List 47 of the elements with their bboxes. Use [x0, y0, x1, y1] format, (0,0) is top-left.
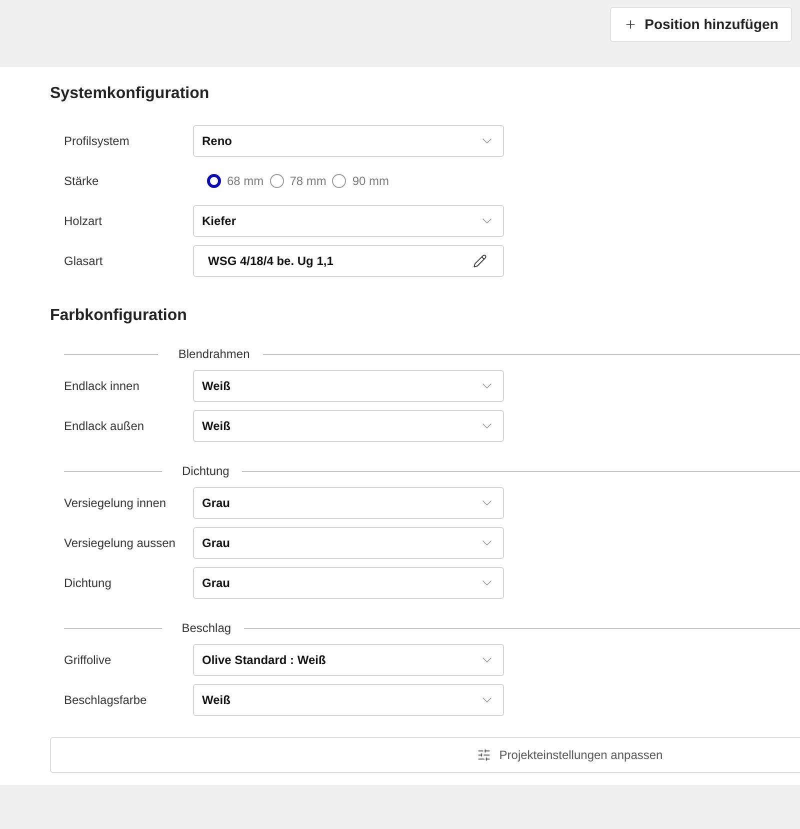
project-settings-button[interactable]: Projekteinstellungen anpassen — [50, 737, 800, 773]
group-title: Dichtung — [182, 463, 230, 480]
select-field[interactable]: Grau — [193, 567, 504, 599]
field-label: Beschlagsfarbe — [63, 692, 148, 709]
select-value: Grau — [202, 495, 230, 512]
section-title: Farbkonfiguration — [50, 306, 188, 326]
radio-button[interactable] — [332, 174, 346, 188]
select-field[interactable]: Kiefer — [193, 205, 504, 237]
field-label: Endlack außen — [63, 418, 146, 435]
field-label: Endlack innen — [63, 378, 140, 395]
field-label: Glasart — [63, 253, 104, 270]
field-label: Stärke — [63, 173, 100, 190]
select-value: Grau — [202, 575, 230, 592]
field-label: Versiegelung aussen — [63, 535, 176, 552]
select-field[interactable]: Weiß — [193, 684, 504, 716]
radio-button[interactable] — [270, 174, 284, 188]
add-position-button[interactable]: Position hinzufügen — [610, 7, 792, 42]
select-value: Weiß — [202, 692, 230, 709]
select-value: Grau — [202, 535, 230, 552]
group-title: Beschlag — [182, 620, 232, 637]
radio-label: 68 mm — [227, 173, 264, 190]
select-field[interactable]: Grau — [193, 487, 504, 519]
plus-icon — [624, 18, 637, 31]
pencil-icon[interactable] — [473, 254, 487, 268]
section-title: Systemkonfiguration — [50, 84, 210, 104]
radio-button[interactable] — [207, 174, 221, 188]
field-label: Griffolive — [63, 652, 112, 669]
field-label: Versiegelung innen — [63, 495, 168, 512]
select-value: Weiß — [202, 418, 230, 435]
sliders-icon — [477, 748, 492, 762]
field-label: Profilsystem — [63, 133, 130, 150]
field-label: Holzart — [63, 213, 104, 230]
radio-label: 78 mm — [290, 173, 326, 190]
select-field[interactable]: Weiß — [193, 410, 504, 442]
glass-field[interactable]: WSG 4/18/4 be. Ug 1,1 — [193, 245, 504, 277]
select-field[interactable]: Reno — [193, 125, 504, 157]
select-field[interactable]: Olive Standard : Weiß — [193, 644, 504, 676]
select-field[interactable]: Grau — [193, 527, 504, 559]
radio-label: 90 mm — [352, 173, 390, 190]
select-value: Reno — [202, 133, 232, 150]
select-field[interactable]: Weiß — [193, 370, 504, 402]
select-value: Weiß — [202, 378, 230, 395]
select-value: Kiefer — [202, 213, 236, 230]
group-title: Blendrahmen — [178, 346, 250, 363]
select-value: Olive Standard : Weiß — [202, 652, 326, 669]
field-label: Dichtung — [63, 575, 112, 592]
field-value: WSG 4/18/4 be. Ug 1,1 — [208, 253, 334, 270]
